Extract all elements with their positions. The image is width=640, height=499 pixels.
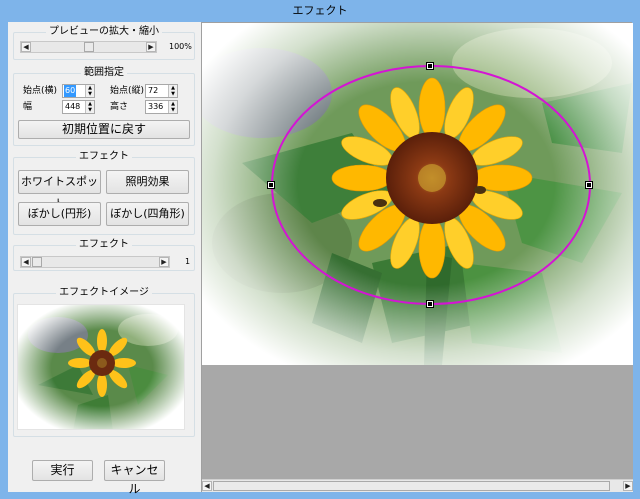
zoom-value: 100% [169, 42, 192, 51]
start-x-label: 始点(横) [23, 86, 58, 96]
strength-value: 1 [185, 257, 191, 266]
height-value[interactable]: 336 [147, 101, 164, 113]
strength-group: エフェクト ◀ ▶ 1 [13, 239, 195, 271]
handle-bottom[interactable] [426, 300, 434, 308]
height-field[interactable]: 336 ▲ ▼ [145, 100, 178, 114]
height-spinner-icon[interactable]: ▲ ▼ [168, 101, 177, 113]
range-group-title: 範囲指定 [81, 67, 127, 78]
white-spot-button[interactable]: ホワイトスポット [18, 170, 101, 210]
effect-group: エフェクト ホワイトスポット 照明効果 ぼかし(円形) ぼかし(四角形) [13, 151, 195, 235]
strength-right-arrow-icon[interactable]: ▶ [159, 257, 169, 267]
blur-rect-button[interactable]: ぼかし(四角形) [106, 202, 189, 226]
start-x-spinner-icon[interactable]: ▲ ▼ [85, 85, 94, 97]
effect-group-title: エフェクト [76, 151, 132, 162]
start-y-value[interactable]: 72 [147, 85, 159, 97]
canvas-empty-area [202, 365, 633, 479]
lighting-effect-button[interactable]: 照明効果 [106, 170, 189, 194]
start-y-label: 始点(縦) [110, 86, 145, 96]
window-title: エフェクト [0, 0, 640, 22]
zoom-group-title: プレビューの拡大・縮小 [46, 26, 162, 37]
zoom-group: プレビューの拡大・縮小 ◀ ▶ 100% [13, 26, 195, 60]
strength-left-arrow-icon[interactable]: ◀ [21, 257, 31, 267]
zoom-slider-thumb[interactable] [84, 42, 94, 52]
dialog-body: プレビューの拡大・縮小 ◀ ▶ 100% 範囲指定 始点(横) 60 ▲ ▼ 始点… [8, 22, 633, 496]
width-value[interactable]: 448 [64, 101, 81, 113]
zoom-slider[interactable]: ◀ ▶ [20, 41, 157, 53]
strength-slider[interactable]: ◀ ▶ [20, 256, 170, 268]
blur-circle-button[interactable]: ぼかし(円形) [18, 202, 101, 226]
start-x-value[interactable]: 60 [64, 85, 77, 97]
range-group: 範囲指定 始点(横) 60 ▲ ▼ 始点(縦) 72 ▲ ▼ 幅 448 ▲ ▼ 高さ… [13, 67, 195, 146]
effect-preview-image [17, 304, 185, 430]
handle-right[interactable] [585, 181, 593, 189]
strength-group-title: エフェクト [76, 239, 132, 250]
preview-canvas[interactable] [202, 23, 633, 365]
preview-viewport: ◀ ▶ [201, 22, 633, 492]
handle-top[interactable] [426, 62, 434, 70]
height-label: 高さ [110, 102, 129, 112]
width-field[interactable]: 448 ▲ ▼ [62, 100, 95, 114]
sunflower-thumbnail-icon [18, 305, 184, 429]
start-x-field[interactable]: 60 ▲ ▼ [62, 84, 95, 98]
preview-scroll-left-icon[interactable]: ◀ [202, 481, 212, 491]
start-y-spinner-icon[interactable]: ▲ ▼ [168, 85, 177, 97]
reset-position-button[interactable]: 初期位置に戻す [18, 120, 190, 139]
left-panel: プレビューの拡大・縮小 ◀ ▶ 100% 範囲指定 始点(横) 60 ▲ ▼ 始点… [8, 22, 200, 496]
width-label: 幅 [23, 102, 33, 112]
width-spinner-icon[interactable]: ▲ ▼ [85, 101, 94, 113]
run-button[interactable]: 実行 [32, 460, 93, 481]
sunflower-photo-icon [202, 23, 633, 365]
zoom-right-arrow-icon[interactable]: ▶ [146, 42, 156, 52]
preview-horizontal-scrollbar[interactable]: ◀ ▶ [202, 479, 633, 492]
preview-scroll-right-icon[interactable]: ▶ [623, 481, 633, 491]
effect-image-group-title: エフェクトイメージ [56, 287, 152, 298]
zoom-left-arrow-icon[interactable]: ◀ [21, 42, 31, 52]
strength-slider-thumb[interactable] [32, 257, 42, 267]
handle-left[interactable] [267, 181, 275, 189]
preview-scroll-thumb[interactable] [213, 481, 610, 491]
cancel-button[interactable]: キャンセル [104, 460, 165, 496]
start-y-field[interactable]: 72 ▲ ▼ [145, 84, 178, 98]
